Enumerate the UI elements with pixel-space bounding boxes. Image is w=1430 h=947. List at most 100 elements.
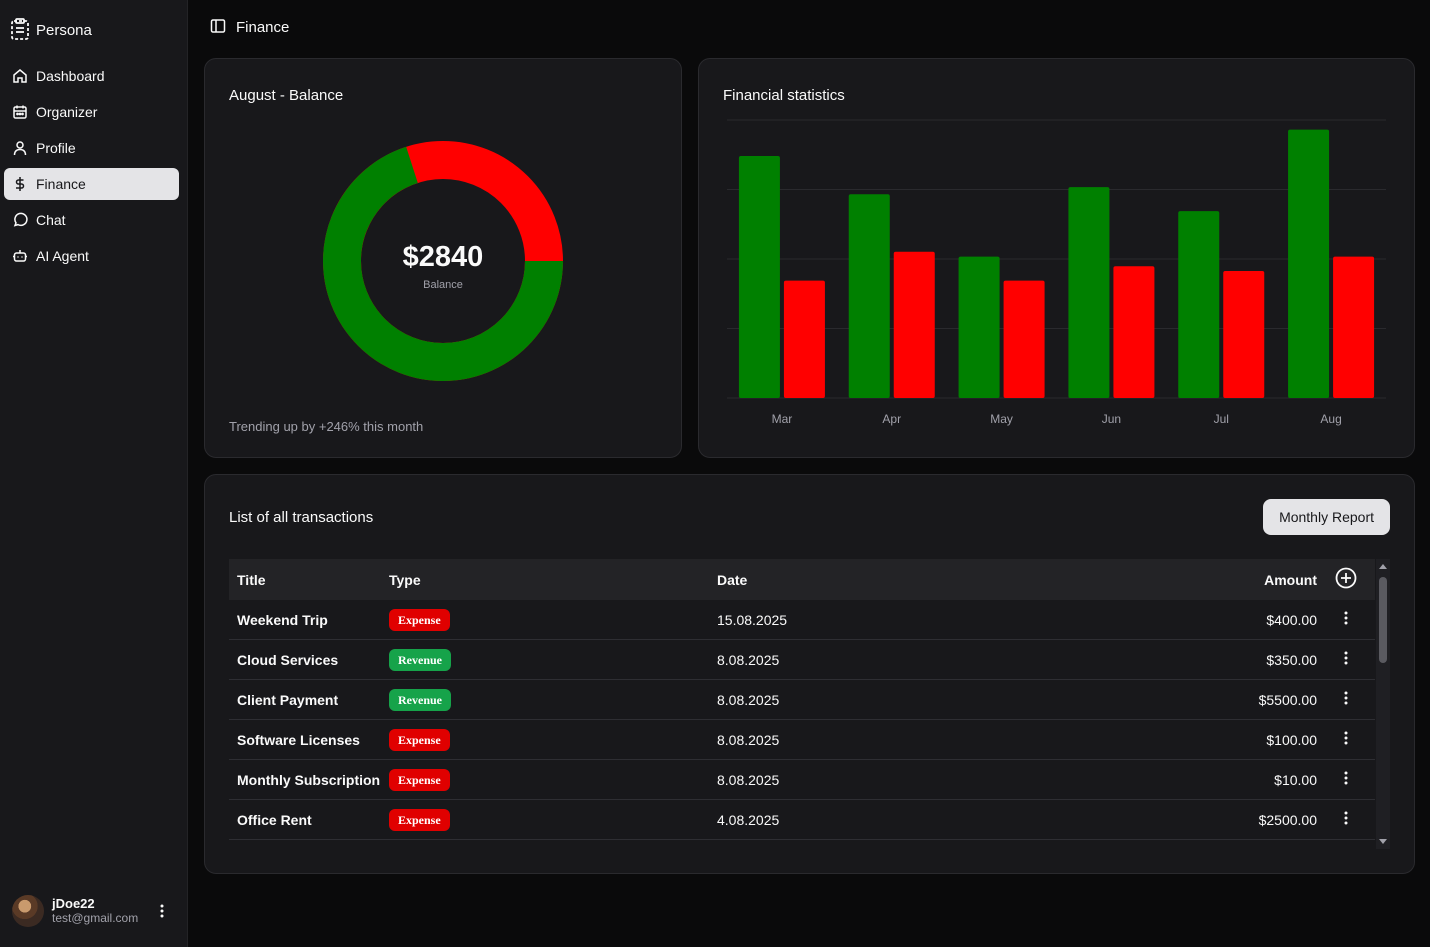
bar-apr-1[interactable] [893,251,935,398]
x-tick-label: Jul [1214,412,1229,426]
sidebar-item-label: Dashboard [36,68,105,84]
column-header-amount[interactable]: Amount [1197,572,1317,588]
page-title: Finance [236,19,290,36]
user-menu-button[interactable] [152,901,172,921]
sidebar-item-label: Profile [36,140,76,156]
column-header-type[interactable]: Type [389,572,717,588]
table-row-partial [229,840,1375,849]
row-amount: $350.00 [1266,651,1317,668]
type-badge: Revenue [389,688,451,711]
bar-mar-0[interactable] [738,155,780,398]
bar-aug-0[interactable] [1288,129,1330,398]
x-tick-label: May [990,412,1013,426]
sidebar-item-label: Finance [36,176,86,192]
type-badge: Expense [389,808,450,831]
balance-trend: Trending up by +246% this month [229,419,424,434]
row-actions-button[interactable] [1344,731,1348,748]
plus-circle-icon [1335,567,1357,589]
column-header-date[interactable]: Date [717,572,1197,588]
transactions-table: Title Type Date Amount Weekend Trip Expen… [229,559,1390,849]
table-header: Title Type Date Amount [229,559,1375,600]
sidebar-item-dashboard[interactable]: Dashboard [4,60,179,92]
row-title: Monthly Subscription [237,771,381,788]
bar-apr-0[interactable] [848,194,890,398]
more-vertical-icon [1344,771,1348,785]
sidebar-nav: Dashboard Organizer Profile Finance Chat… [4,60,179,276]
row-actions-button[interactable] [1344,771,1348,788]
sidebar-item-finance[interactable]: Finance [4,168,179,200]
financial-statistics-card: Financial statistics Mar Apr May Jun Jul Aug [698,58,1415,458]
transactions-card: List of all transactions Monthly Report … [204,474,1415,874]
user-profile[interactable]: jDoe22 test@gmail.com [12,893,178,929]
brand[interactable]: Persona [10,18,92,43]
app-name: Persona [36,22,92,39]
row-actions-button[interactable] [1344,811,1348,828]
row-actions-button[interactable] [1344,691,1348,708]
bar-may-0[interactable] [958,256,1000,398]
sidebar-item-label: Organizer [36,104,98,120]
more-vertical-icon [1344,691,1348,705]
row-date: 8.08.2025 [717,771,780,788]
user-name: jDoe22 [52,896,95,911]
sidebar-item-chat[interactable]: Chat [4,204,179,236]
sidebar-item-label: AI Agent [36,248,89,264]
row-amount: $5500.00 [1258,691,1317,708]
sidebar-item-ai-agent[interactable]: AI Agent [4,240,179,272]
table-scrollbar[interactable] [1376,559,1390,849]
bar-jun-1[interactable] [1113,266,1155,398]
row-date: 4.08.2025 [717,811,780,828]
sidebar-toggle-button[interactable] [210,18,226,37]
table-row[interactable]: Weekend Trip Expense 15.08.2025 $400.00 [229,600,1375,640]
row-date: 8.08.2025 [717,731,780,748]
bar-jul-0[interactable] [1178,211,1220,398]
x-tick-label: Aug [1320,412,1341,426]
monthly-report-button[interactable]: Monthly Report [1263,499,1390,535]
add-transaction-button[interactable] [1335,567,1357,592]
calendar-icon [13,105,27,119]
row-amount: $100.00 [1266,731,1317,748]
sidebar-item-profile[interactable]: Profile [4,132,179,164]
table-row[interactable]: Cloud Services Revenue 8.08.2025 $350.00 [229,640,1375,680]
row-date: 15.08.2025 [717,611,788,628]
bot-icon [13,250,27,262]
transactions-title: List of all transactions [229,509,374,526]
type-badge: Expense [389,768,450,791]
sidebar-item-organizer[interactable]: Organizer [4,96,179,128]
topbar: Finance [210,18,289,37]
row-title: Cloud Services [237,651,339,668]
column-header-title[interactable]: Title [229,572,389,588]
row-amount: $10.00 [1274,771,1317,788]
user-icon [13,141,27,156]
more-vertical-icon [1344,611,1348,625]
row-title: Client Payment [237,691,339,708]
row-title: Office Rent [237,811,312,828]
table-row[interactable]: Office Rent Expense 4.08.2025 $2500.00 [229,800,1375,840]
x-tick-label: Apr [882,412,901,426]
user-email: test@gmail.com [52,911,139,925]
row-date: 8.08.2025 [717,651,780,668]
table-row[interactable]: Software Licenses Expense 8.08.2025 $100.00 [229,720,1375,760]
bar-jun-0[interactable] [1068,187,1110,398]
more-vertical-icon [1344,731,1348,745]
table-row[interactable]: Client Payment Revenue 8.08.2025 $5500.00 [229,680,1375,720]
more-vertical-icon [160,904,164,918]
home-icon [13,69,27,83]
row-amount: $2500.00 [1258,811,1317,828]
bar-may-1[interactable] [1003,280,1045,398]
bar-jul-1[interactable] [1223,270,1265,398]
balance-card-title: August - Balance [229,87,344,104]
table-row[interactable]: Monthly Subscription Expense 8.08.2025 $10.… [229,760,1375,800]
bar-aug-1[interactable] [1333,256,1375,398]
scroll-down-arrow[interactable] [1379,839,1387,844]
row-actions-button[interactable] [1344,651,1348,668]
row-title: Software Licenses [237,731,360,748]
scroll-thumb[interactable] [1379,577,1387,663]
row-actions-button[interactable] [1344,611,1348,628]
scroll-up-arrow[interactable] [1379,564,1387,569]
dollar-icon [15,177,25,191]
type-badge: Expense [389,728,450,751]
row-date: 8.08.2025 [717,691,780,708]
bar-mar-1[interactable] [783,280,825,398]
sidebar: Persona Dashboard Organizer Profile Fina… [0,0,188,947]
type-badge: Expense [389,608,450,631]
